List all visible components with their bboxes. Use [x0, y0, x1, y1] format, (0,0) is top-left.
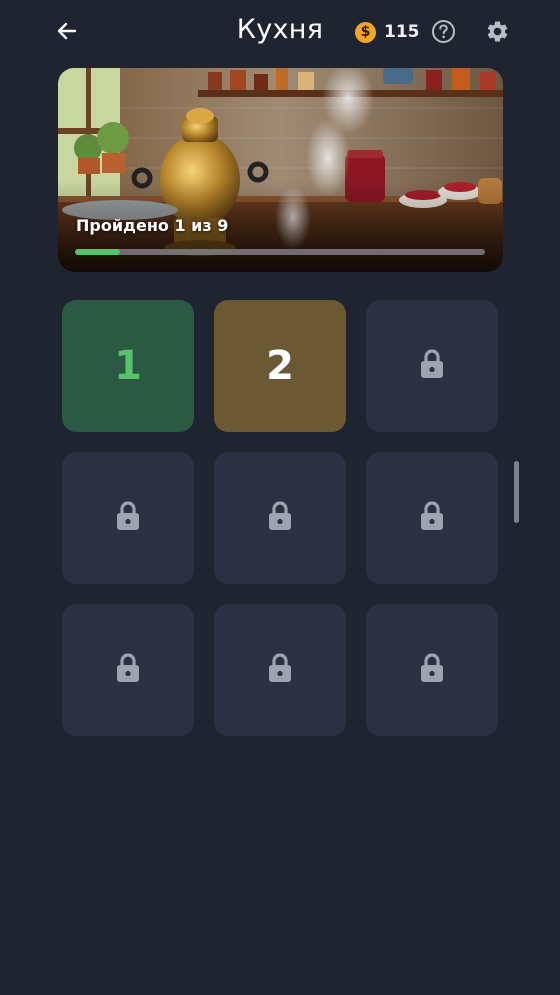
lock-icon: [267, 500, 293, 536]
level-tile-locked[interactable]: [366, 300, 498, 432]
top-bar: Кухня $ 115: [0, 0, 560, 64]
level-grid: 12: [62, 300, 498, 736]
level-select-screen: Кухня $ 115 Пройдено 1 из 9 1 2: [0, 0, 560, 995]
lock-icon: [419, 348, 445, 384]
kitchen-illustration: [58, 68, 503, 272]
progress-label: Пройдено 1 из 9: [76, 216, 229, 235]
coin-count: 115: [384, 22, 420, 42]
level-tile-1[interactable]: 1: [62, 300, 194, 432]
lock-icon: [115, 652, 141, 688]
level-tile-locked[interactable]: [214, 452, 346, 584]
question-circle-icon: [432, 20, 455, 43]
level-tile-locked[interactable]: [366, 452, 498, 584]
level-number: 1: [114, 343, 142, 389]
lock-icon: [115, 500, 141, 536]
level-tile-locked[interactable]: [62, 604, 194, 736]
page-title: Кухня: [236, 14, 324, 45]
help-button[interactable]: [431, 19, 456, 44]
gear-icon: [487, 21, 508, 42]
level-tile-locked[interactable]: [62, 452, 194, 584]
coin-balance[interactable]: $ 115: [355, 19, 420, 45]
lock-icon: [419, 500, 445, 536]
lock-icon: [267, 652, 293, 688]
level-tile-locked[interactable]: [214, 604, 346, 736]
level-number: 2: [266, 343, 294, 389]
progress-bar: [75, 249, 485, 255]
settings-button[interactable]: [485, 19, 510, 44]
lock-icon: [419, 652, 445, 688]
level-tile-locked[interactable]: [366, 604, 498, 736]
category-banner: Пройдено 1 из 9: [58, 68, 503, 272]
level-tile-2[interactable]: 2: [214, 300, 346, 432]
scrollbar-thumb[interactable]: [514, 461, 519, 523]
dollar-coin-icon: $: [355, 21, 376, 43]
progress-bar-fill: [75, 249, 121, 255]
